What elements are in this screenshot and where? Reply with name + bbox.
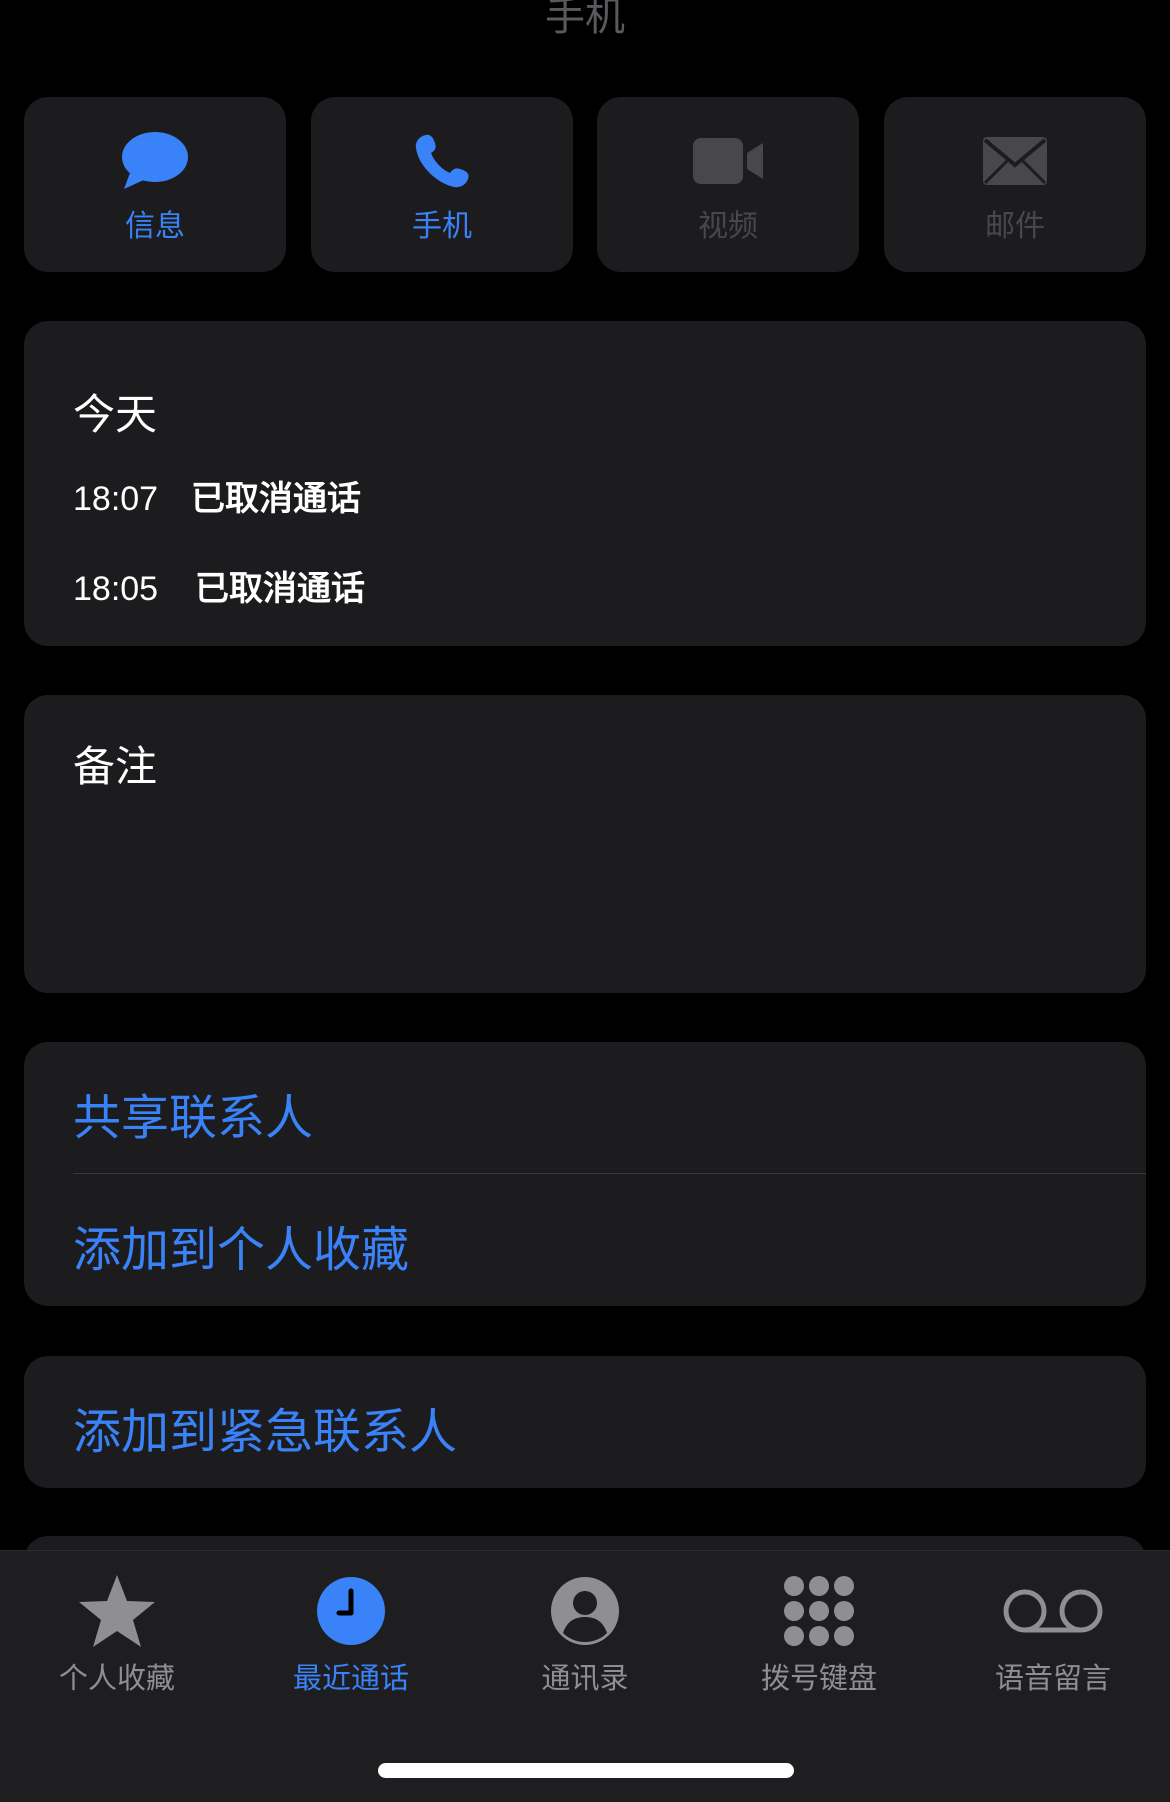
video-camera-icon [597, 129, 859, 193]
tab-recents-label: 最近通话 [292, 1661, 409, 1695]
phone-icon [311, 129, 573, 193]
tab-favorites[interactable]: 个人收藏 [0, 1551, 234, 1711]
emergency-contact-card: 添加到紧急联系人 [24, 1356, 1146, 1488]
divider [73, 1173, 1146, 1174]
star-icon [0, 1573, 234, 1649]
clock-icon [234, 1573, 468, 1649]
mail-label: 邮件 [985, 209, 1045, 244]
tab-keypad-label: 拨号键盘 [760, 1661, 877, 1695]
page-title: 手机 [545, 0, 625, 40]
notes-card[interactable]: 备注 [24, 695, 1146, 993]
tab-recents[interactable]: 最近通话 [234, 1551, 468, 1711]
tab-contacts[interactable]: 通讯录 [468, 1551, 702, 1711]
call-history-card: 今天 18:07 已取消通话 18:05 已取消通话 [24, 321, 1146, 646]
contact-actions-card: 共享联系人 添加到个人收藏 [24, 1042, 1146, 1306]
quick-actions: 信息 手机 视频 邮件 [24, 97, 1146, 272]
keypad-icon [702, 1573, 936, 1649]
call-status: 已取消通话 [195, 569, 365, 609]
tab-voicemail-label: 语音留言 [994, 1661, 1111, 1695]
share-contact-link[interactable]: 共享联系人 [73, 1078, 313, 1148]
call-label: 手机 [412, 209, 472, 244]
add-to-emergency-link[interactable]: 添加到紧急联系人 [73, 1392, 457, 1462]
video-button[interactable]: 视频 [597, 97, 859, 272]
home-indicator[interactable] [378, 1763, 794, 1778]
envelope-icon [884, 129, 1146, 193]
message-label: 信息 [125, 209, 185, 244]
mail-button[interactable]: 邮件 [884, 97, 1146, 272]
call-status: 已取消通话 [191, 479, 361, 519]
tab-favorites-label: 个人收藏 [58, 1661, 175, 1695]
tab-contacts-label: 通讯录 [541, 1661, 629, 1695]
date-label: 今天 [73, 390, 158, 439]
tab-voicemail[interactable]: 语音留言 [936, 1551, 1170, 1711]
call-time: 18:05 [73, 570, 159, 608]
person-circle-icon [468, 1573, 702, 1649]
add-to-favorites-link[interactable]: 添加到个人收藏 [73, 1210, 409, 1280]
voicemail-icon [936, 1573, 1170, 1649]
tab-keypad[interactable]: 拨号键盘 [702, 1551, 936, 1711]
call-entry: 18:07 已取消通话 [73, 471, 361, 520]
call-entry: 18:05 已取消通话 [73, 561, 365, 610]
message-bubble-icon [24, 129, 286, 193]
video-label: 视频 [698, 209, 758, 244]
message-button[interactable]: 信息 [24, 97, 286, 272]
notes-label: 备注 [73, 742, 158, 791]
call-time: 18:07 [73, 480, 159, 518]
call-button[interactable]: 手机 [311, 97, 573, 272]
